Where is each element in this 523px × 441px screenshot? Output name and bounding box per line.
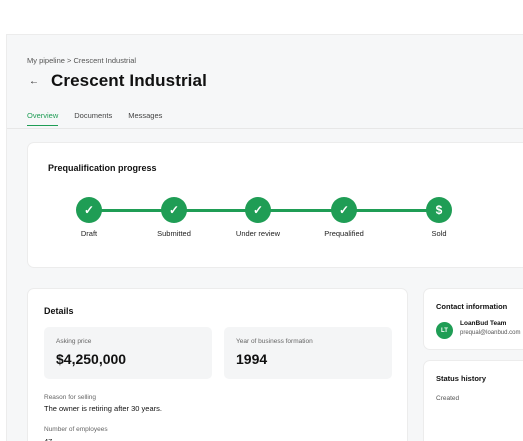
contact-name: LoanBud Team xyxy=(460,320,507,327)
tab-bar: Overview Documents Messages xyxy=(27,111,162,126)
asking-price-label: Asking price xyxy=(56,338,92,345)
step-label: Sold xyxy=(431,229,447,238)
tab-documents[interactable]: Documents xyxy=(74,111,112,126)
details-title: Details xyxy=(44,306,74,316)
page-title: Crescent Industrial xyxy=(51,71,207,90)
avatar: LT xyxy=(436,322,453,339)
step-prequalified: ✓ Prequalified xyxy=(304,197,384,238)
employees-value: 47 xyxy=(44,437,52,441)
status-history-title: Status history xyxy=(436,374,487,383)
check-icon: ✓ xyxy=(161,197,187,223)
formation-year-box: Year of business formation 1994 xyxy=(224,327,392,379)
title-row: ← Crescent Industrial xyxy=(27,71,207,91)
breadcrumb-parent[interactable]: My pipeline xyxy=(27,56,65,65)
back-button[interactable]: ← xyxy=(27,74,41,88)
app-frame: My pipeline > Crescent Industrial ← Cres… xyxy=(6,34,523,441)
check-icon: ✓ xyxy=(331,197,357,223)
employees-label: Number of employees xyxy=(44,426,108,433)
step-label: Submitted xyxy=(157,229,191,238)
step-under-review: ✓ Under review xyxy=(218,197,298,238)
dollar-icon: $ xyxy=(426,197,452,223)
asking-price-box: Asking price $4,250,000 xyxy=(44,327,212,379)
reason-label: Reason for selling xyxy=(44,394,97,401)
contact-email[interactable]: prequal@loanbud.com xyxy=(460,330,520,336)
asking-price-value: $4,250,000 xyxy=(56,351,127,367)
status-history-card: Status history Created xyxy=(423,360,523,441)
details-card: Details Asking price $4,250,000 Year of … xyxy=(27,288,408,441)
breadcrumb: My pipeline > Crescent Industrial xyxy=(27,56,136,65)
formation-year-label: Year of business formation xyxy=(236,338,313,345)
step-sold: $ Sold xyxy=(399,197,479,238)
check-icon: ✓ xyxy=(245,197,271,223)
tabs-divider xyxy=(7,128,523,129)
breadcrumb-separator: > xyxy=(67,56,72,65)
step-submitted: ✓ Submitted xyxy=(134,197,214,238)
breadcrumb-current: Crescent Industrial xyxy=(73,56,137,65)
contact-card: Contact information LT LoanBud Team preq… xyxy=(423,288,523,350)
check-icon: ✓ xyxy=(76,197,102,223)
formation-year-value: 1994 xyxy=(236,351,268,367)
arrow-left-icon: ← xyxy=(29,75,39,87)
tab-overview[interactable]: Overview xyxy=(27,111,59,126)
step-label: Draft xyxy=(80,229,98,238)
progress-title: Prequalification progress xyxy=(48,163,157,173)
tab-messages[interactable]: Messages xyxy=(128,111,162,126)
status-history-item: Created xyxy=(436,395,460,402)
reason-value: The owner is retiring after 30 years. xyxy=(44,404,162,413)
contact-title: Contact information xyxy=(436,302,508,311)
step-draft: ✓ Draft xyxy=(49,197,129,238)
step-label: Under review xyxy=(235,229,281,238)
step-label: Prequalified xyxy=(324,229,364,238)
